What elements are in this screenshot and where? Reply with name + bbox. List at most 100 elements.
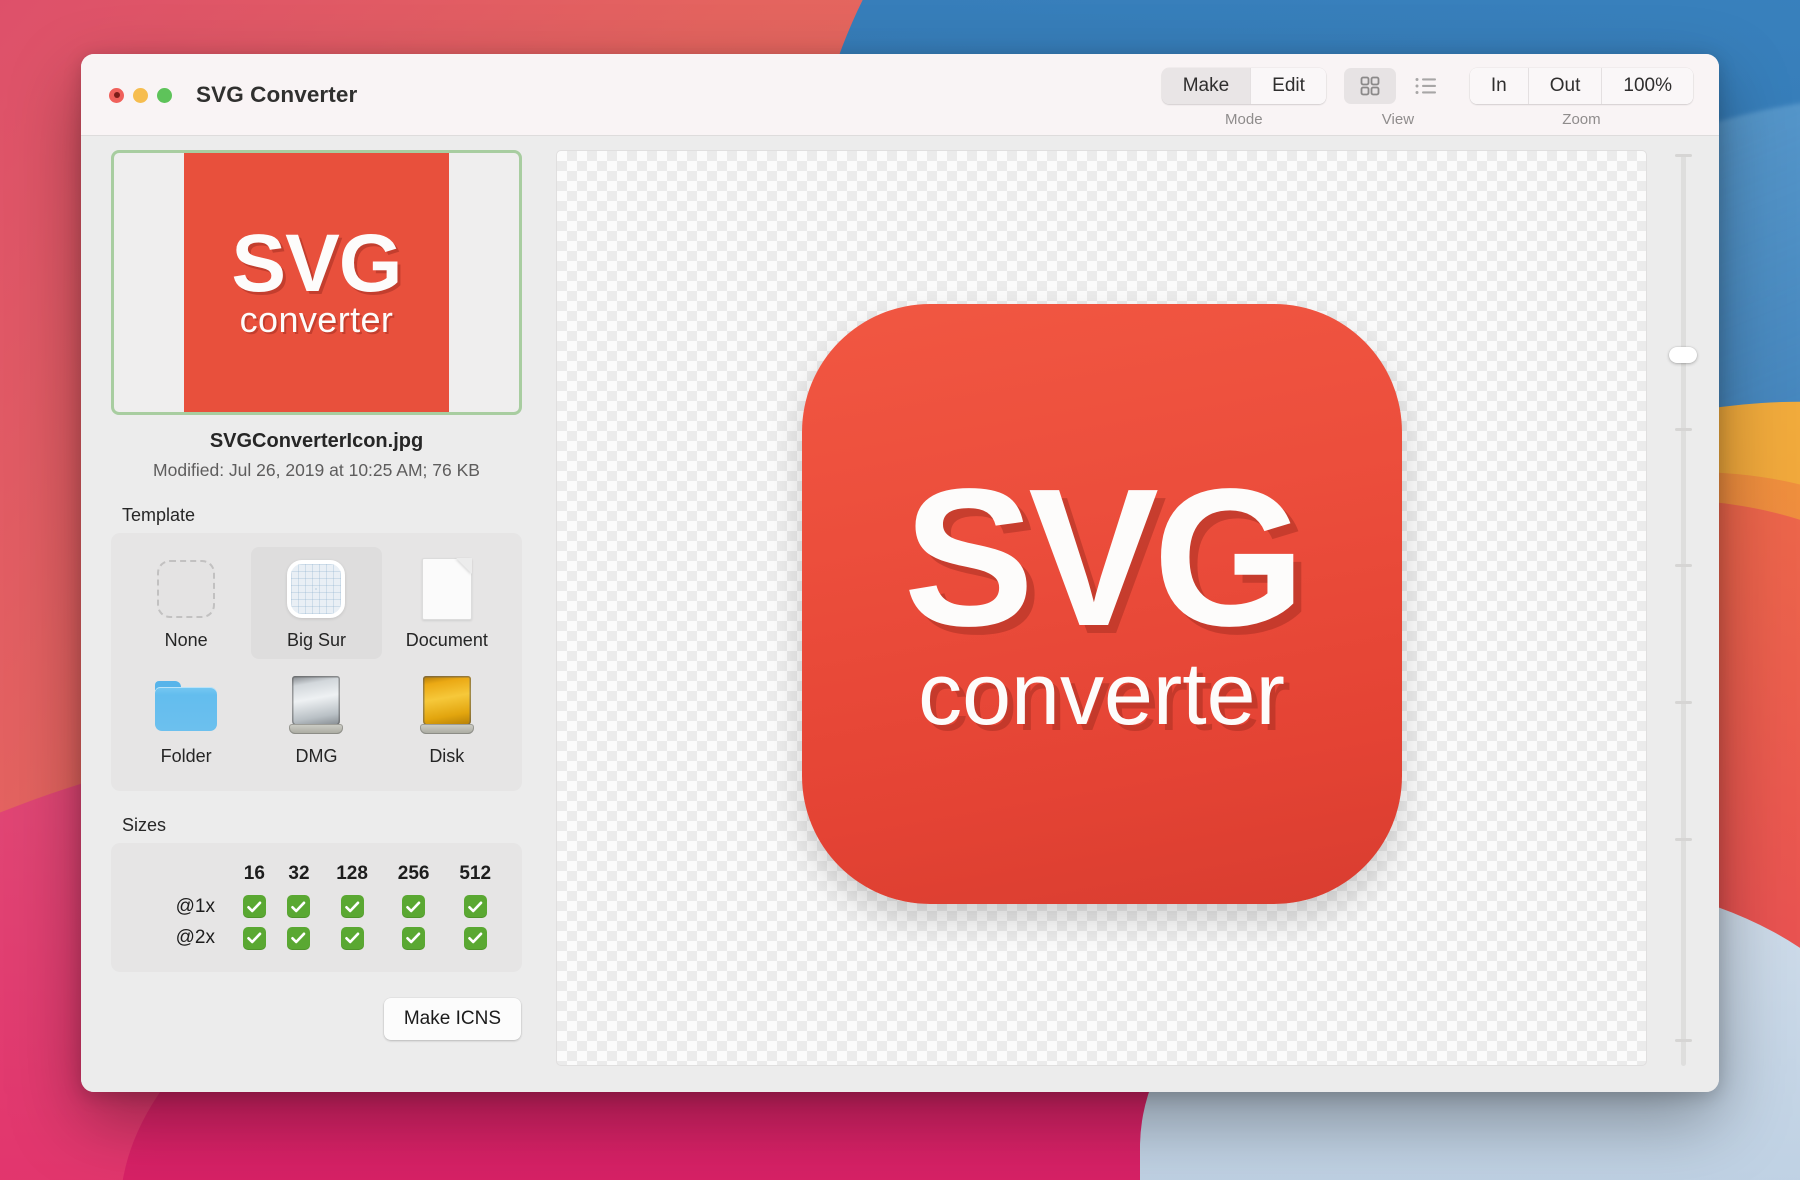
view-control[interactable] — [1343, 68, 1452, 104]
sizes-row-label-2x: @2x — [175, 927, 215, 949]
sizes-row-1x: @1x — [127, 891, 506, 923]
minimize-window-icon[interactable] — [133, 87, 148, 103]
app-window: SVG Converter Make Edit Mode View In Out… — [81, 54, 1719, 1092]
slider-tick — [1674, 427, 1692, 431]
template-option-folder[interactable]: Folder — [121, 663, 251, 775]
sizes-column-32: 32 — [288, 863, 310, 884]
source-image-thumbnail[interactable]: SVG converter — [111, 150, 522, 415]
template-section-label: Template — [122, 505, 196, 525]
window-body: SVG converter SVGConverterIcon.jpg Modif… — [81, 136, 1719, 1092]
traffic-light-buttons — [103, 54, 172, 136]
template-option-dmg[interactable]: DMG — [251, 663, 381, 775]
sizes-row-2x: @2x — [127, 923, 506, 955]
slider-tick — [1674, 154, 1692, 157]
sizes-cell-1x-512[interactable] — [444, 891, 506, 923]
zoom-in-button[interactable]: In — [1469, 68, 1528, 104]
template-panel: None Big Sur Document Folder DMG Disk — [111, 533, 522, 791]
toolbar-group-zoom: In Out 100% Zoom — [1469, 68, 1693, 128]
template-label-none: None — [164, 630, 208, 650]
zoom-slider-track[interactable] — [1680, 154, 1686, 1066]
sizes-column-256: 256 — [397, 863, 430, 884]
grid-view-icon[interactable] — [1343, 68, 1396, 104]
mode-edit-button[interactable]: Edit — [1250, 68, 1326, 104]
make-icns-button[interactable]: Make ICNS — [383, 998, 521, 1040]
template-label-folder: Folder — [160, 746, 212, 766]
template-label-document: Document — [405, 630, 488, 650]
preview-logo-secondary: converter — [918, 644, 1285, 744]
slider-tick — [1674, 838, 1692, 841]
sizes-column-16: 16 — [243, 863, 265, 884]
sizes-cell-2x-512[interactable] — [444, 923, 506, 955]
mode-segmented-control[interactable]: Make Edit — [1161, 68, 1326, 104]
file-name-label: SVGConverterIcon.jpg — [209, 430, 424, 452]
disk-drive-icon — [415, 673, 479, 737]
sizes-cell-2x-128[interactable] — [321, 923, 383, 955]
icon-preview-canvas[interactable]: SVG converter — [556, 150, 1647, 1066]
big-sur-grid-icon — [284, 557, 348, 621]
zoom-caption: Zoom — [1562, 111, 1601, 128]
sizes-cell-2x-256[interactable] — [383, 923, 445, 955]
zoom-out-button[interactable]: Out — [1527, 68, 1602, 104]
preview-logo-primary: SVG — [903, 447, 1306, 667]
sizes-cell-1x-32[interactable] — [277, 891, 322, 923]
template-option-none[interactable]: None — [121, 547, 251, 659]
sizes-cell-1x-256[interactable] — [383, 891, 445, 923]
zoom-slider-knob[interactable] — [1669, 346, 1697, 363]
toolbar-group-mode: Make Edit Mode — [1161, 68, 1326, 128]
mode-make-button[interactable]: Make — [1161, 68, 1251, 104]
checkbox-1x-32[interactable] — [287, 895, 311, 918]
template-label-disk: Disk — [429, 746, 465, 766]
sizes-header-row: 16 32 128 256 512 — [127, 859, 506, 891]
sizes-panel: 16 32 128 256 512 @1x @2x — [111, 843, 522, 972]
zoom-level-button[interactable]: 100% — [1601, 68, 1693, 104]
checkbox-1x-256[interactable] — [402, 895, 426, 918]
window-title: SVG Converter — [196, 82, 358, 107]
checkbox-2x-32[interactable] — [287, 926, 311, 950]
zoom-segmented-control[interactable]: In Out 100% — [1469, 68, 1693, 104]
checkbox-2x-128[interactable] — [340, 926, 364, 950]
canvas-area: SVG converter — [544, 150, 1719, 1092]
sizes-row-label-1x: @1x — [175, 895, 215, 917]
sizes-cell-2x-16[interactable] — [232, 923, 277, 955]
template-option-disk[interactable]: Disk — [382, 663, 512, 775]
checkbox-2x-512[interactable] — [463, 926, 487, 950]
mode-caption: Mode — [1225, 111, 1263, 128]
close-window-icon[interactable] — [109, 87, 124, 103]
dashed-rounded-square-icon — [154, 557, 218, 621]
sidebar-panel: SVG converter SVGConverterIcon.jpg Modif… — [81, 150, 544, 1092]
view-caption: View — [1381, 111, 1415, 128]
slider-tick — [1674, 701, 1692, 705]
zoom-slider[interactable] — [1669, 154, 1697, 1066]
zoom-slider-column — [1647, 150, 1719, 1092]
sizes-cell-2x-32[interactable] — [277, 923, 322, 955]
slider-tick — [1674, 564, 1692, 568]
maximize-window-icon[interactable] — [157, 87, 172, 103]
checkbox-1x-128[interactable] — [340, 895, 364, 918]
sizes-section-label: Sizes — [122, 815, 167, 835]
document-icon — [415, 557, 479, 621]
list-view-icon[interactable] — [1400, 68, 1452, 104]
template-option-big-sur[interactable]: Big Sur — [251, 547, 382, 659]
template-label-dmg: DMG — [295, 746, 338, 766]
sizes-corner-cell — [127, 859, 232, 891]
folder-icon — [154, 673, 218, 737]
template-grid: None Big Sur Document Folder DMG Disk — [111, 533, 522, 791]
sizes-column-512: 512 — [459, 863, 492, 884]
sizes-cell-1x-128[interactable] — [321, 891, 383, 923]
slider-tick — [1674, 1038, 1692, 1042]
window-titlebar: SVG Converter Make Edit Mode View In Out… — [81, 54, 1719, 136]
template-option-document[interactable]: Document — [382, 547, 512, 659]
sizes-cell-1x-16[interactable] — [232, 891, 277, 923]
checkbox-1x-512[interactable] — [463, 895, 487, 918]
desktop-wallpaper: SVG Converter Make Edit Mode View In Out… — [0, 0, 1800, 1180]
sizes-column-128: 128 — [336, 863, 368, 884]
toolbar-group-view: View — [1343, 68, 1452, 128]
checkbox-2x-256[interactable] — [402, 926, 426, 950]
thumbnail-logo-primary: SVG — [231, 217, 402, 309]
thumbnail-image: SVG converter — [184, 153, 449, 412]
dmg-drive-icon — [284, 673, 348, 737]
checkbox-2x-16[interactable] — [242, 926, 266, 950]
checkbox-1x-16[interactable] — [242, 895, 266, 918]
sizes-table: 16 32 128 256 512 @1x @2x — [127, 859, 506, 954]
icon-preview: SVG converter — [801, 304, 1402, 904]
